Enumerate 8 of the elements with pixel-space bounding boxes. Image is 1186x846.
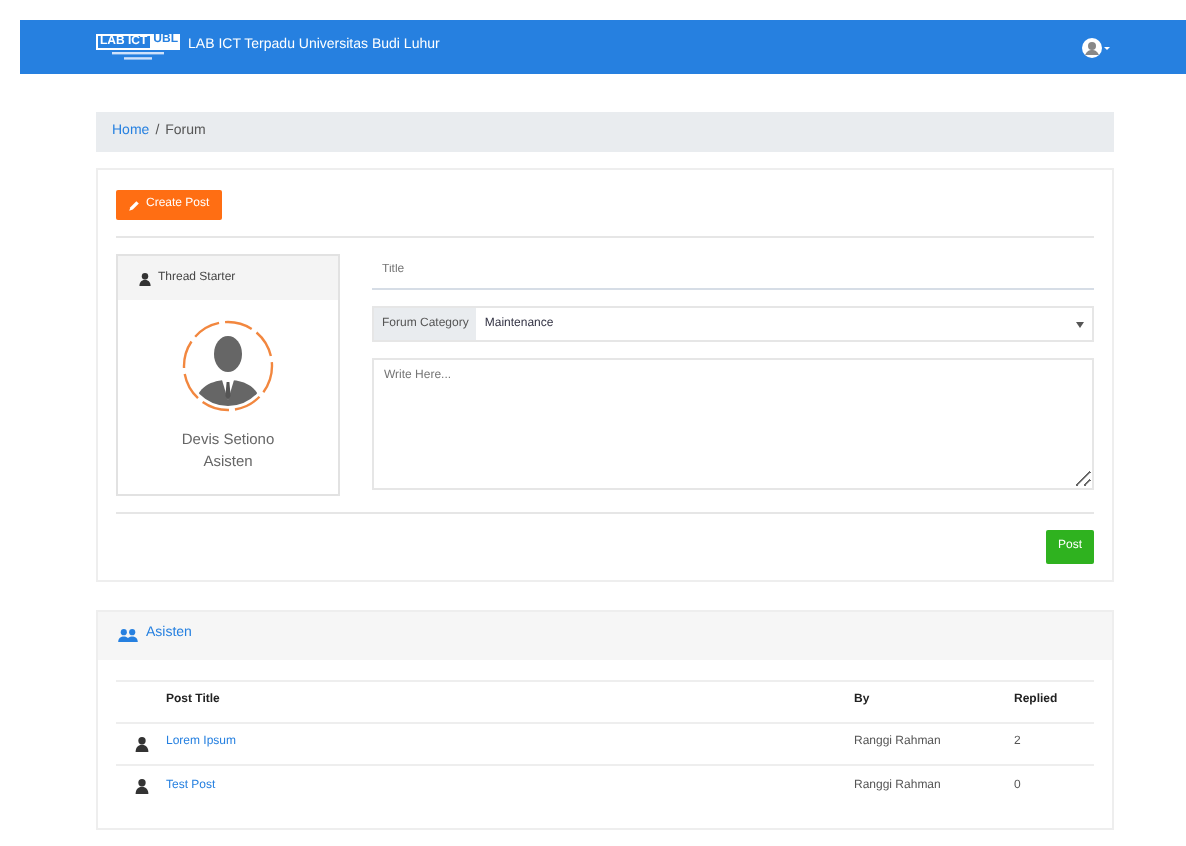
- user-icon: [133, 735, 149, 751]
- avatar-menu-icon[interactable]: [1082, 37, 1110, 57]
- dropdown-caret-icon: [1076, 321, 1084, 327]
- user-icon: [133, 778, 149, 794]
- pencil-icon: [128, 199, 140, 211]
- group-icon: [118, 628, 138, 642]
- user-icon: [138, 271, 152, 285]
- avatar-icon: [182, 320, 274, 412]
